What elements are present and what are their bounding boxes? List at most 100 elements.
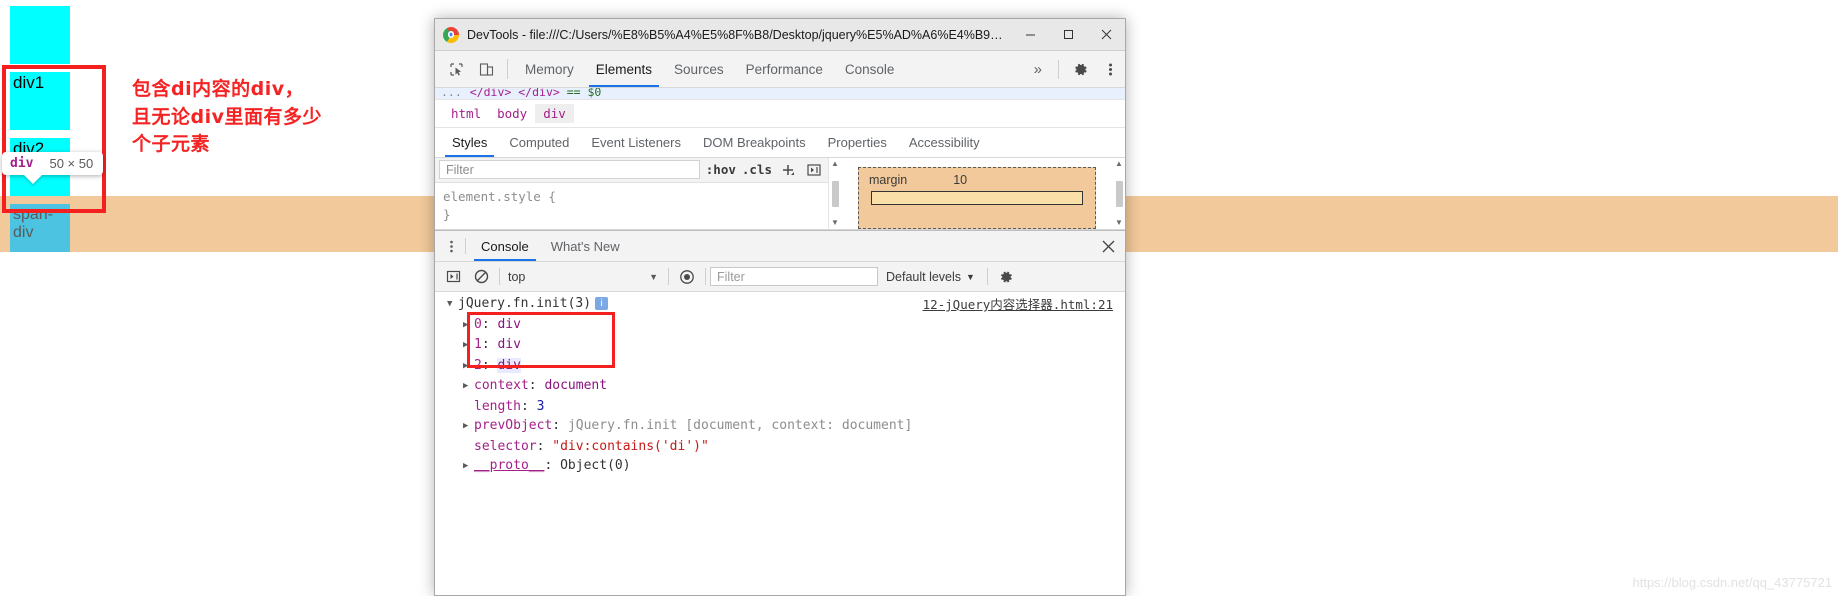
console-entry-proto[interactable]: ▶ __proto__: Object(0) bbox=[435, 456, 1125, 477]
entry-value[interactable]: document bbox=[544, 378, 607, 393]
annotation-line-3: 个子元素 bbox=[132, 133, 211, 156]
expand-caret-icon[interactable]: ▶ bbox=[463, 417, 474, 437]
scroll-thumb[interactable] bbox=[831, 180, 839, 207]
drawer-divider bbox=[465, 238, 466, 254]
expand-caret-icon[interactable]: ▶ bbox=[463, 357, 474, 377]
annotation-line-2: 且无论div里面有多少 bbox=[132, 105, 322, 128]
tab-accessibility[interactable]: Accessibility bbox=[898, 128, 991, 157]
panel-tab-memory[interactable]: Memory bbox=[514, 51, 585, 87]
entry-value[interactable]: jQuery.fn.init [document, context: docum… bbox=[568, 418, 912, 433]
live-expression-icon[interactable] bbox=[673, 269, 701, 285]
panel-tab-console[interactable]: Console bbox=[834, 51, 906, 87]
console-root-label: jQuery.fn.init(3) bbox=[458, 296, 592, 311]
expand-caret-icon[interactable]: ▶ bbox=[463, 336, 474, 356]
tab-event-listeners[interactable]: Event Listeners bbox=[580, 128, 692, 157]
info-icon[interactable]: i bbox=[595, 297, 609, 310]
styles-rules-pane: Filter :hov .cls element.style { } bbox=[435, 158, 829, 229]
drawer-tab-console[interactable]: Console bbox=[470, 231, 540, 261]
breadcrumb-item-div[interactable]: div bbox=[535, 104, 574, 123]
box-model-scrollbar[interactable]: ▲ ▼ bbox=[1113, 158, 1125, 229]
console-entry-context[interactable]: ▶ context: document bbox=[435, 376, 1125, 397]
toggle-element-state-icon[interactable] bbox=[804, 163, 824, 177]
dom-tree-sliver[interactable]: ... </div> </div> == $0 bbox=[435, 88, 1125, 100]
box-model-border-box bbox=[871, 191, 1083, 205]
kebab-menu-icon[interactable] bbox=[1095, 62, 1125, 77]
styles-scrollbar[interactable]: ▲ ▼ bbox=[829, 158, 841, 229]
tooltip-dimensions: 50 × 50 bbox=[49, 156, 94, 171]
entry-key: 0 bbox=[474, 316, 482, 332]
tab-properties[interactable]: Properties bbox=[817, 128, 898, 157]
tab-computed[interactable]: Computed bbox=[498, 128, 580, 157]
entry-value[interactable]: div bbox=[497, 357, 521, 373]
entry-value[interactable]: div bbox=[497, 317, 520, 332]
entry-separator: : bbox=[481, 357, 498, 373]
expand-caret-icon[interactable]: ▶ bbox=[463, 457, 474, 477]
tab-dom-breakpoints[interactable]: DOM Breakpoints bbox=[692, 128, 817, 157]
dom-ellipsis: ... bbox=[441, 88, 462, 99]
element-style-rule[interactable]: element.style { } bbox=[435, 183, 828, 229]
panel-tab-label: Console bbox=[844, 61, 895, 77]
clear-console-icon[interactable] bbox=[467, 269, 495, 284]
console-entry-length[interactable]: length: 3 bbox=[435, 397, 1125, 417]
minimize-icon[interactable] bbox=[1011, 19, 1049, 51]
console-entry-0[interactable]: ▶ 0: div bbox=[435, 315, 1125, 336]
drawer-tab-whats-new[interactable]: What's New bbox=[540, 231, 631, 261]
entry-value[interactable]: Object(0) bbox=[560, 458, 630, 473]
kebab-menu-icon[interactable] bbox=[439, 231, 463, 261]
panel-tab-label: Sources bbox=[674, 61, 724, 77]
console-entry-2[interactable]: ▶ 2: div bbox=[435, 356, 1125, 377]
more-panels-icon[interactable]: » bbox=[1024, 61, 1052, 78]
entry-key: __proto__ bbox=[474, 458, 545, 473]
gear-icon[interactable] bbox=[992, 269, 1020, 285]
maximize-icon[interactable] bbox=[1049, 19, 1087, 51]
scroll-up-arrow[interactable]: ▲ bbox=[1115, 160, 1123, 168]
scroll-down-arrow[interactable]: ▼ bbox=[1115, 219, 1123, 227]
console-source-link[interactable]: 12-jQuery内容选择器.html:21 bbox=[923, 295, 1113, 315]
box-model-diagram[interactable]: margin 10 bbox=[858, 167, 1096, 229]
entry-key: prevObject bbox=[474, 418, 553, 433]
entry-value: "div:contains('di')" bbox=[552, 438, 709, 454]
chrome-logo-icon bbox=[443, 26, 459, 43]
box-model-margin-value[interactable]: 10 bbox=[949, 171, 971, 189]
console-filter-input[interactable]: Filter bbox=[710, 267, 878, 286]
console-entry-prevobject[interactable]: ▶ prevObject: jQuery.fn.init [document, c… bbox=[435, 416, 1125, 437]
panel-tab-sources[interactable]: Sources bbox=[663, 51, 735, 87]
execute-snippet-icon[interactable] bbox=[439, 269, 467, 284]
red-highlight-rectangle bbox=[2, 65, 106, 213]
device-toolbar-icon[interactable] bbox=[471, 51, 501, 87]
breadcrumb-item-html[interactable]: html bbox=[443, 104, 489, 123]
close-icon[interactable] bbox=[1087, 19, 1125, 51]
console-entry-selector[interactable]: selector: "div:contains('di')" bbox=[435, 437, 1125, 457]
toolbar-divider bbox=[1058, 59, 1059, 79]
panel-tab-performance[interactable]: Performance bbox=[735, 51, 834, 87]
entry-separator: : bbox=[552, 418, 568, 433]
plus-icon[interactable] bbox=[778, 163, 798, 177]
styles-pane: Filter :hov .cls element.style { } ▲ ▼ m… bbox=[435, 158, 1125, 230]
styles-filter-input[interactable]: Filter bbox=[439, 160, 700, 180]
devtools-titlebar: DevTools - file:///C:/Users/%E8%B5%A4%E5… bbox=[435, 19, 1125, 51]
styles-sidebar-tabs: Styles Computed Event Listeners DOM Brea… bbox=[435, 128, 1125, 158]
window-title: DevTools - file:///C:/Users/%E8%B5%A4%E5… bbox=[467, 27, 1011, 42]
scroll-thumb[interactable] bbox=[1115, 180, 1123, 207]
expand-caret-icon[interactable]: ▶ bbox=[463, 316, 474, 336]
console-entry-1[interactable]: ▶ 1: div bbox=[435, 335, 1125, 356]
breadcrumb-item-body[interactable]: body bbox=[489, 104, 535, 123]
entry-value[interactable]: div bbox=[497, 337, 520, 352]
console-toolbar: top ▼ Filter Default levels ▼ bbox=[435, 262, 1125, 292]
context-selector[interactable]: top ▼ bbox=[504, 270, 664, 284]
tab-styles[interactable]: Styles bbox=[441, 128, 498, 157]
inspect-element-icon[interactable] bbox=[441, 51, 471, 87]
expand-caret-icon[interactable]: ▼ bbox=[447, 295, 458, 315]
scroll-up-arrow[interactable]: ▲ bbox=[831, 160, 839, 168]
console-divider bbox=[499, 268, 500, 285]
cls-toggle[interactable]: .cls bbox=[742, 162, 772, 177]
annotation-text: 包含di内容的div， 且无论div里面有多少 个子元素 bbox=[132, 76, 322, 159]
close-icon[interactable] bbox=[1091, 231, 1125, 261]
dom-markup: </div> </div> bbox=[469, 88, 560, 99]
expand-caret-icon[interactable]: ▶ bbox=[463, 377, 474, 397]
scroll-down-arrow[interactable]: ▼ bbox=[831, 219, 839, 227]
hov-toggle[interactable]: :hov bbox=[706, 162, 736, 177]
panel-tab-elements[interactable]: Elements bbox=[585, 51, 663, 87]
log-levels-dropdown[interactable]: Default levels ▼ bbox=[878, 270, 983, 284]
gear-icon[interactable] bbox=[1065, 61, 1095, 78]
